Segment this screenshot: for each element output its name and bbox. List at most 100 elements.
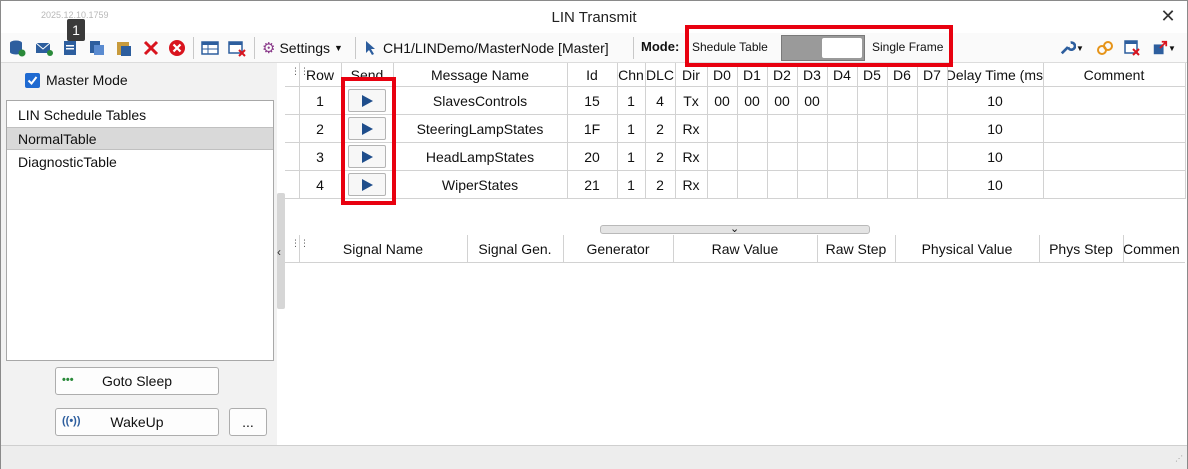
export-icon[interactable]: ▼ — [1149, 38, 1179, 58]
col-dir[interactable]: Dir — [675, 67, 707, 83]
cell-chn: 1 — [627, 93, 635, 109]
col-d6[interactable]: D6 — [887, 67, 917, 83]
close-icon[interactable]: ✕ — [1157, 5, 1179, 27]
col-id[interactable]: Id — [567, 67, 617, 83]
col-d2[interactable]: D2 — [767, 67, 797, 83]
cancel-icon[interactable] — [167, 38, 187, 58]
cell-id: 21 — [584, 177, 600, 193]
signal-grid-header: ⋮⋮ Signal Name Signal Gen. Generator Raw… — [285, 235, 1185, 263]
wakeup-button[interactable]: ((•)) WakeUp — [55, 408, 219, 436]
chevron-down-icon[interactable]: ⌄ — [730, 222, 739, 235]
cell-d0[interactable]: 00 — [707, 93, 737, 109]
cell-chn: 1 — [627, 177, 635, 193]
col-raw-value[interactable]: Raw Value — [673, 241, 817, 257]
wrench-icon[interactable]: ▼ — [1057, 38, 1087, 58]
table-icon[interactable] — [200, 38, 220, 58]
cell-d1[interactable]: 00 — [737, 93, 767, 109]
grid-line — [827, 63, 828, 199]
col-d5[interactable]: D5 — [857, 67, 887, 83]
master-mode-checkbox[interactable]: Master Mode — [25, 72, 128, 88]
checkbox-checked-icon — [25, 72, 40, 88]
tooltip-badge: 1 — [67, 19, 85, 41]
cell-dir: Tx — [683, 93, 699, 109]
window-close-icon[interactable] — [1122, 38, 1142, 58]
grid-line — [737, 63, 738, 199]
column-chooser-icon[interactable]: ⋮⋮ — [291, 239, 309, 253]
tree-item-root[interactable]: LIN Schedule Tables — [7, 104, 273, 127]
cell-dir: Rx — [682, 177, 700, 193]
tree-item-diagnostic-table[interactable]: DiagnosticTable — [7, 151, 273, 174]
toolbar-separator — [355, 37, 356, 59]
table-row[interactable]: 3 HeadLampStates 20 1 2 Rx 10 — [285, 143, 1185, 171]
grid-line — [917, 63, 918, 199]
cell-message-name: SteeringLampStates — [416, 121, 544, 137]
col-d0[interactable]: D0 — [707, 67, 737, 83]
table-row[interactable]: 2 SteeringLampStates 1F 1 2 Rx 10 — [285, 115, 1185, 143]
col-d4[interactable]: D4 — [827, 67, 857, 83]
col-raw-step[interactable]: Raw Step — [817, 241, 895, 257]
message-grid: ⋮⋮ Row Send Message Name Id Chn DLC Dir … — [285, 63, 1188, 208]
grid-line — [299, 235, 300, 262]
col-dlc[interactable]: DLC — [645, 67, 675, 83]
signal-grid: ⋮⋮ Signal Name Signal Gen. Generator Raw… — [285, 235, 1188, 445]
database-add-icon[interactable] — [7, 38, 27, 58]
cell-delay[interactable]: 10 — [947, 177, 1043, 193]
col-physical-value[interactable]: Physical Value — [895, 241, 1039, 257]
grid-line — [947, 63, 948, 199]
col-delay-time[interactable]: Delay Time (ms — [947, 67, 1043, 83]
grid-line — [767, 63, 768, 199]
col-row[interactable]: Row — [299, 67, 341, 83]
grid-line — [567, 63, 568, 199]
resize-grip-icon[interactable]: ⋰ — [1175, 454, 1183, 463]
mode-highlight-box — [685, 25, 953, 67]
grid-line — [675, 63, 676, 199]
col-d1[interactable]: D1 — [737, 67, 767, 83]
col-signal-gen[interactable]: Signal Gen. — [467, 241, 563, 257]
table-remove-icon[interactable] — [227, 38, 247, 58]
col-comment[interactable]: Comment — [1043, 67, 1185, 83]
grid-line — [1039, 235, 1040, 262]
col-d3[interactable]: D3 — [797, 67, 827, 83]
col-chn[interactable]: Chn — [617, 67, 645, 83]
paste-icon[interactable] — [114, 38, 134, 58]
send-column-highlight-box — [341, 77, 396, 205]
col-generator[interactable]: Generator — [563, 241, 673, 257]
goto-sleep-button[interactable]: ••• Goto Sleep — [55, 367, 219, 395]
title-bar: 2025.12.10.1759 LIN Transmit ✕ — [1, 1, 1187, 33]
broadcast-icon: ((•)) — [62, 415, 81, 427]
grid-line — [617, 63, 618, 199]
cell-id: 15 — [584, 93, 600, 109]
col-comment[interactable]: Commen — [1123, 241, 1185, 257]
status-bar: ⋰ — [1, 445, 1187, 469]
tree-item-normal-table[interactable]: NormalTable — [7, 127, 273, 150]
copy-icon[interactable] — [87, 38, 107, 58]
left-panel: Master Mode LIN Schedule Tables NormalTa… — [1, 63, 277, 445]
column-chooser-icon[interactable]: ⋮⋮ — [291, 67, 309, 81]
col-phys-step[interactable]: Phys Step — [1039, 241, 1123, 257]
more-button[interactable]: ... — [229, 408, 267, 436]
table-row[interactable]: 4 WiperStates 21 1 2 Rx 10 — [285, 171, 1185, 199]
cell-d3[interactable]: 00 — [797, 93, 827, 109]
col-message-name[interactable]: Message Name — [393, 67, 567, 83]
cell-delay[interactable]: 10 — [947, 121, 1043, 137]
link-icon[interactable] — [1095, 38, 1115, 58]
document-icon[interactable] — [60, 38, 80, 58]
mail-icon[interactable] — [34, 38, 54, 58]
lin-transmit-window: 2025.12.10.1759 LIN Transmit ✕ 1 ⚙ Setti… — [0, 0, 1188, 469]
cell-d2[interactable]: 00 — [767, 93, 797, 109]
cell-delay[interactable]: 10 — [947, 149, 1043, 165]
cell-delay[interactable]: 10 — [947, 93, 1043, 109]
delete-icon[interactable] — [141, 38, 161, 58]
cell-row: 4 — [316, 177, 324, 193]
col-d7[interactable]: D7 — [917, 67, 947, 83]
grid-line — [1185, 63, 1186, 199]
chevron-left-icon[interactable]: ‹ — [277, 245, 281, 259]
col-signal-name[interactable]: Signal Name — [299, 241, 467, 257]
cell-dlc: 2 — [656, 121, 664, 137]
gear-icon: ⚙ — [262, 40, 276, 57]
grid-line — [563, 235, 564, 262]
table-row[interactable]: 1 SlavesControls 15 1 4 Tx 00 00 00 00 1… — [285, 87, 1185, 115]
node-path[interactable]: CH1/LINDemo/MasterNode [Master] — [365, 38, 609, 58]
settings-menu[interactable]: ⚙ Settings ▼ — [262, 38, 343, 58]
mode-label: Mode: — [641, 39, 680, 54]
